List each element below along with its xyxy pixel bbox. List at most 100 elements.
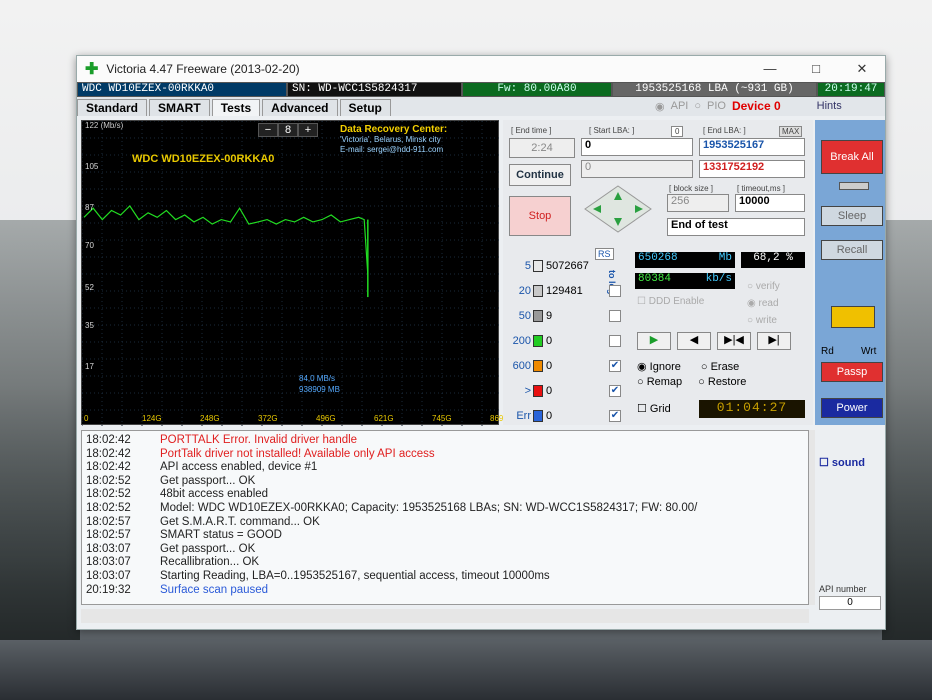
action-radios: ◉ Ignore ○ Erase ○ Remap ○ Restore <box>637 360 746 390</box>
log-horizontal-scrollbar[interactable] <box>81 609 809 623</box>
break-all-button[interactable]: Break All <box>821 140 883 174</box>
close-button[interactable]: ✕ <box>839 61 885 77</box>
hist-count: 0 <box>546 335 553 347</box>
log-entry: 18:02:52 Model: WDC WD10EZEX-00RKKA0; Cap… <box>86 502 804 516</box>
hist-threshold: 50 <box>518 310 531 322</box>
elapsed-timer: 01:04:27 <box>699 400 805 418</box>
log-time: 18:02:52 <box>86 474 131 487</box>
wrt-label: Wrt <box>861 346 877 357</box>
pio-radio-icon[interactable]: ○ <box>694 100 701 112</box>
hist-log-checkbox[interactable] <box>609 285 621 297</box>
recall-button[interactable]: Recall <box>821 240 883 260</box>
spin-minus-button[interactable]: − <box>258 123 278 137</box>
grid-checkbox[interactable]: ☐ Grid <box>637 402 671 415</box>
graph-scale-spinner[interactable]: − 8 + <box>258 123 318 137</box>
hist-color-swatch <box>533 335 543 347</box>
api-radio-icon[interactable]: ◉ <box>655 100 665 113</box>
spin-plus-button[interactable]: + <box>298 123 318 137</box>
end-action-select[interactable]: End of test <box>667 218 805 236</box>
erase-radio[interactable]: ○ Erase <box>701 360 739 375</box>
max-button[interactable]: MAX <box>779 126 803 137</box>
tab-tests[interactable]: Tests <box>211 99 261 116</box>
direction-pad-icon[interactable] <box>583 184 653 234</box>
hist-log-checkbox[interactable] <box>609 310 621 322</box>
hist-color-swatch <box>533 310 543 322</box>
hist-count: 0 <box>546 410 553 422</box>
log-message: SMART status = GOOD <box>160 529 282 542</box>
skip-icon[interactable]: ▶|◀ <box>717 332 751 350</box>
tab-advanced[interactable]: Advanced <box>262 99 338 116</box>
background-trees-left <box>0 220 80 640</box>
passp-button[interactable]: Passp <box>821 362 883 382</box>
y-tick-label: 105 <box>85 161 99 171</box>
hist-threshold: > <box>524 385 531 397</box>
drive-model[interactable]: WDC WD10EZEX-00RKKA0 <box>77 82 287 97</box>
y-tick-label: 70 <box>85 241 94 251</box>
end-time-field[interactable]: 2:24 <box>509 138 575 158</box>
sound-checkbox[interactable]: ☐ sound <box>819 456 865 469</box>
ddd-enable-checkbox[interactable]: ☐ DDD Enable <box>637 296 704 307</box>
pio-label: PIO <box>707 100 726 112</box>
log-time: 18:03:07 <box>86 569 131 582</box>
log-entry: 18:02:52 Get passport... OK <box>86 475 804 489</box>
start-lba-small: 0 <box>671 126 684 137</box>
device-label: Device 0 <box>731 99 781 113</box>
tab-standard[interactable]: Standard <box>77 99 148 116</box>
read-amount: 938909 MB <box>299 385 340 394</box>
remap-radio[interactable]: ○ Remap <box>637 375 682 390</box>
verify-radio[interactable]: ○ verify <box>747 278 780 295</box>
hints-checkbox[interactable]: Hints <box>817 100 842 112</box>
minimize-button[interactable]: — <box>747 61 793 77</box>
hist-log-checkbox[interactable] <box>609 335 621 347</box>
log-time: 18:02:52 <box>86 501 131 514</box>
x-tick-label: 248G <box>200 414 220 423</box>
hist-count: 5072667 <box>546 260 589 272</box>
restore-radio[interactable]: ○ Restore <box>698 375 746 390</box>
continue-button[interactable]: Continue <box>509 164 571 186</box>
start-lba-field[interactable]: 0 <box>581 138 693 156</box>
stop-button[interactable]: Stop <box>509 196 571 236</box>
api-number-field[interactable]: 0 <box>819 596 881 610</box>
log-message: 48bit access enabled <box>160 488 269 501</box>
ignore-radio[interactable]: ◉ Ignore <box>637 360 681 375</box>
log-entry: 18:02:57 Get S.M.A.R.T. command... OK <box>86 516 804 530</box>
write-radio[interactable]: ○ write <box>747 312 780 329</box>
x-tick-label: 496G <box>316 414 336 423</box>
maximize-button[interactable]: □ <box>793 61 839 77</box>
hist-log-checkbox[interactable]: ✔ <box>609 360 621 372</box>
api-label: API <box>670 100 689 112</box>
block-size-field[interactable]: 256 <box>667 194 729 212</box>
tab-setup[interactable]: Setup <box>339 99 391 116</box>
log-entry: 18:02:52 48bit access enabled <box>86 488 804 502</box>
rd-label: Rd <box>821 346 834 357</box>
power-button[interactable]: Power <box>821 398 883 418</box>
x-tick-label: 0 <box>84 414 89 423</box>
graph-unit-label: 122 (Mb/s) <box>85 121 124 130</box>
hist-color-swatch <box>533 360 543 372</box>
histogram-row: >0 <box>503 385 606 397</box>
log-message: Get passport... OK <box>160 474 256 487</box>
hist-count: 9 <box>546 310 553 322</box>
hist-log-checkbox[interactable]: ✔ <box>609 385 621 397</box>
hist-count: 129481 <box>546 285 583 297</box>
hist-color-swatch <box>533 260 543 272</box>
log-time: 18:03:07 <box>86 556 131 569</box>
read-radio[interactable]: ◉ read <box>747 295 780 312</box>
hist-threshold: 20 <box>518 285 531 297</box>
play-icon[interactable]: ▶ <box>637 332 671 350</box>
timeout-field[interactable]: 10000 <box>735 194 805 212</box>
end-lba-field[interactable]: 1953525167 <box>699 138 805 156</box>
end-time-label: [ End time ] <box>511 126 552 135</box>
tab-smart[interactable]: SMART <box>149 99 210 116</box>
log-message: Model: WDC WD10EZEX-00RKKA0; Capacity: 1… <box>160 501 698 514</box>
sleep-button[interactable]: Sleep <box>821 206 883 226</box>
x-tick-label: 124G <box>142 414 162 423</box>
end-icon[interactable]: ▶| <box>757 332 791 350</box>
drc-banner: Data Recovery Center: 'Victoria', Belaru… <box>340 125 447 155</box>
back-icon[interactable]: ◀ <box>677 332 711 350</box>
rs-button[interactable]: RS <box>595 248 614 260</box>
tab-row: Standard SMART Tests Advanced Setup ◉ AP… <box>77 97 885 116</box>
phone-icon[interactable] <box>831 306 875 328</box>
hist-log-checkbox[interactable]: ✔ <box>609 410 621 422</box>
background-trees-right <box>882 220 932 640</box>
